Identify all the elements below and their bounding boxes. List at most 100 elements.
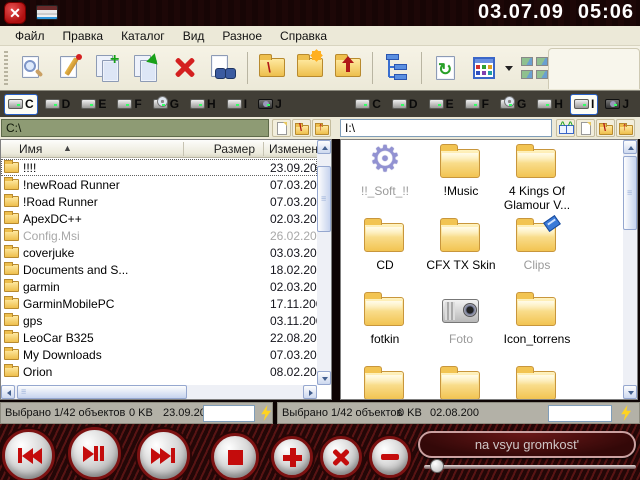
view-mode-button[interactable]: [465, 49, 503, 87]
file-row[interactable]: ApexDC++02.03.200: [1, 210, 317, 227]
mute-button[interactable]: [320, 436, 362, 478]
menu-item-3[interactable]: Каталог: [112, 27, 174, 45]
file-row[interactable]: !newRoad Runner07.03.200: [1, 176, 317, 193]
refresh-panel-button[interactable]: ↻: [427, 49, 465, 87]
drive-button-left-i[interactable]: I: [223, 94, 251, 115]
scroll-thumb[interactable]: [623, 156, 637, 230]
parent-dir-icon[interactable]: ↑: [616, 119, 635, 137]
next-track-button[interactable]: [137, 429, 190, 480]
scroll-down-button[interactable]: [623, 385, 637, 399]
new-file-icon[interactable]: [272, 119, 291, 137]
scroll-thumb[interactable]: [317, 166, 331, 232]
drive-button-left-e[interactable]: E: [77, 94, 110, 115]
toolbar-grip[interactable]: [4, 51, 8, 85]
copy-files-button[interactable]: +: [90, 49, 128, 87]
previous-track-button[interactable]: [2, 429, 55, 480]
grid-item[interactable]: Clips: [499, 218, 575, 272]
filter-lightning-icon[interactable]: [618, 405, 634, 422]
menu-item-5[interactable]: Разное: [213, 27, 271, 45]
menu-item-4[interactable]: Вид: [174, 27, 214, 45]
quick-filter-input[interactable]: [548, 405, 612, 422]
drive-button-right-j[interactable]: J: [601, 94, 633, 115]
file-row[interactable]: garmin02.03.200: [1, 278, 317, 295]
column-divider[interactable]: [183, 142, 184, 156]
drive-button-left-h[interactable]: H: [186, 94, 220, 115]
grid-item[interactable]: CFX TX Skin: [423, 218, 499, 272]
grid-item[interactable]: [423, 366, 499, 399]
menu-item-2[interactable]: Правка: [54, 27, 113, 45]
thumbnails-view-button[interactable]: [515, 49, 553, 87]
drive-button-left-f[interactable]: F: [113, 94, 145, 115]
play-pause-button[interactable]: [68, 427, 121, 480]
tree-view-button[interactable]: [378, 49, 416, 87]
file-row[interactable]: coverjuke03.03.200: [1, 244, 317, 261]
grid-item[interactable]: fotkin: [347, 292, 423, 346]
volume-slider-track[interactable]: [424, 465, 636, 469]
scroll-left-button[interactable]: [1, 385, 15, 399]
menu-item-6[interactable]: Справка: [271, 27, 336, 45]
root-dir-icon[interactable]: \: [596, 119, 615, 137]
stop-button[interactable]: [211, 433, 259, 480]
file-row[interactable]: LeoCar B32522.08.200: [1, 329, 317, 346]
new-file-icon[interactable]: [576, 119, 595, 137]
drive-button-right-d[interactable]: D: [388, 94, 422, 115]
drive-button-left-d[interactable]: D: [41, 94, 75, 115]
quick-filter-input[interactable]: [203, 405, 255, 422]
file-row[interactable]: Config.Msi26.02.200: [1, 227, 317, 244]
file-row[interactable]: Orion08.02.200: [1, 363, 317, 380]
drive-button-left-c[interactable]: C: [4, 94, 38, 115]
sync-dirs-icon[interactable]: ^ ^: [556, 119, 575, 137]
drive-button-right-g[interactable]: G: [496, 94, 530, 115]
edit-pencil-button[interactable]: [52, 49, 90, 87]
left-vertical-scrollbar[interactable]: [317, 140, 331, 385]
grid-item[interactable]: [347, 366, 423, 399]
file-row[interactable]: GarminMobilePC17.11.200: [1, 295, 317, 312]
file-row[interactable]: My Downloads07.03.200: [1, 346, 317, 363]
file-row[interactable]: Documents and S...18.02.200: [1, 261, 317, 278]
scroll-up-button[interactable]: [317, 140, 331, 154]
parent-dir-icon[interactable]: ↑: [312, 119, 331, 137]
drive-button-left-j[interactable]: J: [254, 94, 286, 115]
column-divider[interactable]: [263, 142, 264, 156]
right-vertical-scrollbar[interactable]: [623, 140, 637, 399]
left-horizontal-scrollbar[interactable]: [1, 385, 317, 399]
filter-lightning-icon[interactable]: [258, 405, 274, 422]
menu-item-1[interactable]: Файл: [6, 27, 54, 45]
drive-button-right-c[interactable]: C: [351, 94, 385, 115]
view-magnifier-button[interactable]: [14, 49, 52, 87]
grid-item[interactable]: CD: [347, 218, 423, 272]
parent-folder-button[interactable]: [329, 49, 367, 87]
column-header-date[interactable]: Изменен: [269, 142, 318, 156]
drive-button-right-e[interactable]: E: [425, 94, 458, 115]
scroll-right-button[interactable]: [303, 385, 317, 399]
move-files-button[interactable]: [128, 49, 166, 87]
volume-slider-knob[interactable]: [430, 459, 444, 473]
scroll-up-button[interactable]: [623, 140, 637, 154]
right-path-bar[interactable]: I:\: [340, 119, 552, 137]
volume-up-button[interactable]: [271, 436, 313, 478]
scroll-down-button[interactable]: [317, 371, 331, 385]
close-button[interactable]: ✕: [4, 2, 26, 24]
drive-button-right-i[interactable]: I: [570, 94, 598, 115]
drive-button-left-g[interactable]: G: [149, 94, 183, 115]
root-dir-icon[interactable]: \: [292, 119, 311, 137]
minimize-button[interactable]: [36, 5, 58, 20]
pack-files-button[interactable]: [204, 49, 242, 87]
left-path-bar[interactable]: C:\: [1, 119, 269, 137]
grid-item[interactable]: Foto: [423, 292, 499, 346]
new-folder-button[interactable]: [291, 49, 329, 87]
volume-down-button[interactable]: [369, 436, 411, 478]
column-header-name[interactable]: Имя: [19, 142, 42, 156]
column-header-size[interactable]: Размер: [214, 142, 255, 156]
view-mode-dropdown-arrow[interactable]: [503, 49, 515, 87]
root-folder-button[interactable]: \: [253, 49, 291, 87]
grid-item[interactable]: [499, 366, 575, 399]
file-row[interactable]: !Road Runner07.03.200: [1, 193, 317, 210]
grid-item[interactable]: 4 Kings Of Glamour V...: [499, 144, 575, 212]
drive-button-right-h[interactable]: H: [533, 94, 567, 115]
drive-button-right-f[interactable]: F: [461, 94, 493, 115]
grid-item[interactable]: ⚙!!_Soft_!!: [347, 144, 423, 198]
file-row[interactable]: !!!!23.09.200: [1, 159, 317, 176]
grid-item[interactable]: Icon_torrens: [499, 292, 575, 346]
delete-cross-button[interactable]: [166, 49, 204, 87]
